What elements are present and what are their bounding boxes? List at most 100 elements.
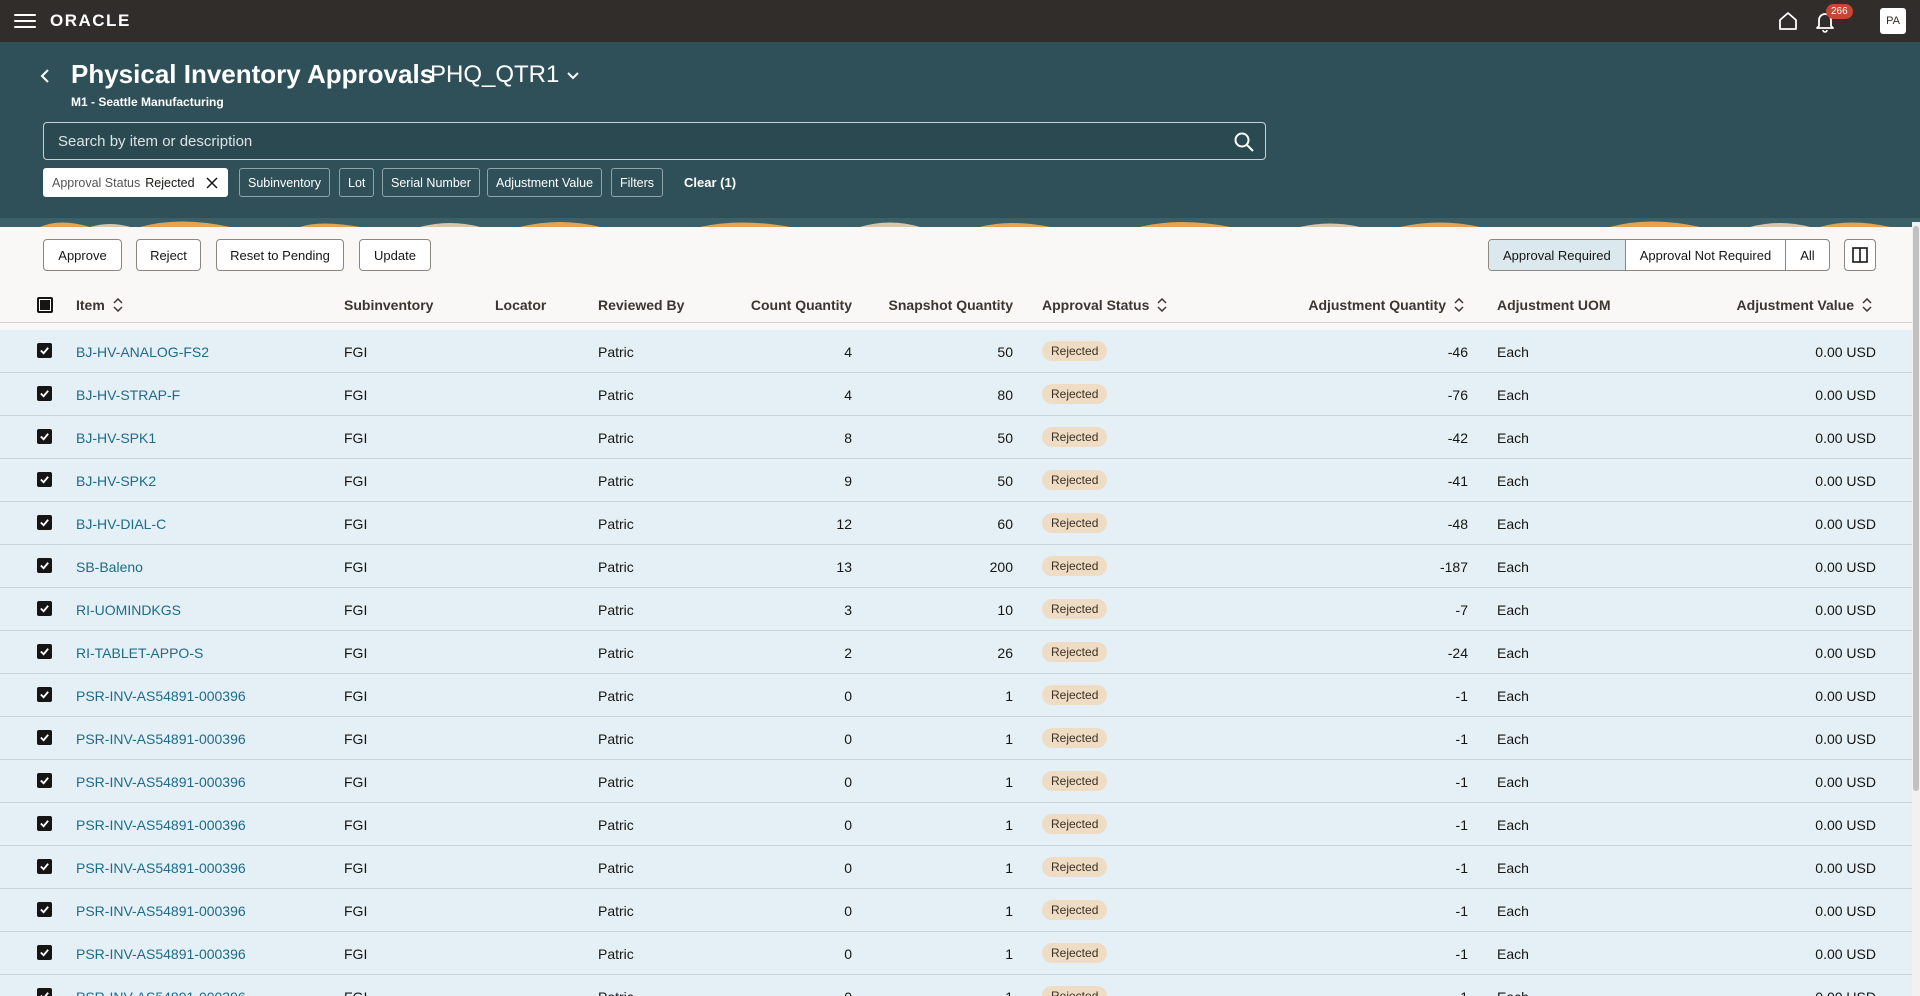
checkbox-checked-icon: [39, 904, 50, 915]
select-all-checkbox[interactable]: [37, 297, 53, 313]
column-layout-button[interactable]: [1844, 239, 1876, 271]
table-row[interactable]: RI-UOMINDKGS FGI Patric 3 10 Rejected -7 Each 0.…: [0, 588, 1912, 631]
column-header-adjustment-value[interactable]: Adjustment Value: [1660, 297, 1872, 313]
row-checkbox[interactable]: [37, 558, 52, 573]
row-checkbox[interactable]: [37, 859, 52, 874]
item-link[interactable]: RI-TABLET-APPO-S: [76, 645, 203, 661]
row-checkbox[interactable]: [37, 730, 52, 745]
item-link[interactable]: BJ-HV-SPK2: [76, 473, 156, 489]
table-row[interactable]: PSR-INV-AS54891-000396 FGI Patric 0 1 Rejecte…: [0, 975, 1912, 996]
chip-value: Rejected: [145, 175, 195, 190]
item-link[interactable]: PSR-INV-AS54891-000396: [76, 731, 246, 747]
subinventory-cell: FGI: [344, 473, 368, 489]
item-link[interactable]: PSR-INV-AS54891-000396: [76, 946, 246, 962]
row-checkbox[interactable]: [37, 472, 52, 487]
table-row[interactable]: PSR-INV-AS54891-000396 FGI Patric 0 1 Rejecte…: [0, 932, 1912, 975]
clear-filters-link[interactable]: Clear (1): [684, 175, 736, 190]
row-checkbox[interactable]: [37, 773, 52, 788]
row-checkbox[interactable]: [37, 687, 52, 702]
scrollbar-thumb[interactable]: [1913, 226, 1919, 791]
item-link[interactable]: PSR-INV-AS54891-000396: [76, 989, 246, 996]
table-row[interactable]: SB-Baleno FGI Patric 13 200 Rejected -187 Each 0…: [0, 545, 1912, 588]
item-link[interactable]: BJ-HV-STRAP-F: [76, 387, 180, 403]
row-checkbox[interactable]: [37, 644, 52, 659]
table-row[interactable]: PSR-INV-AS54891-000396 FGI Patric 0 1 Rejecte…: [0, 674, 1912, 717]
reject-button[interactable]: Reject: [136, 239, 201, 271]
home-icon[interactable]: [1776, 9, 1800, 33]
filter-chip-filters[interactable]: Filters: [611, 168, 664, 197]
row-checkbox[interactable]: [37, 515, 52, 530]
close-icon[interactable]: [205, 176, 219, 190]
row-checkbox[interactable]: [37, 343, 52, 358]
table-row[interactable]: BJ-HV-SPK1 FGI Patric 8 50 Rejected -42 Each 0.0…: [0, 416, 1912, 459]
item-link[interactable]: PSR-INV-AS54891-000396: [76, 688, 246, 704]
adjustment-value-cell: 0.00 USD: [1815, 473, 1876, 489]
item-link[interactable]: PSR-INV-AS54891-000396: [76, 903, 246, 919]
row-checkbox[interactable]: [37, 386, 52, 401]
table-row[interactable]: PSR-INV-AS54891-000396 FGI Patric 0 1 Rejecte…: [0, 803, 1912, 846]
sort-icon[interactable]: [1454, 298, 1464, 312]
column-header-label: Approval Status: [1042, 297, 1150, 313]
filter-chip-adjustment-value[interactable]: Adjustment Value: [487, 168, 603, 197]
subinventory-cell: FGI: [344, 946, 368, 962]
sort-icon[interactable]: [113, 298, 123, 312]
reset-to-pending-button[interactable]: Reset to Pending: [216, 239, 344, 271]
row-checkbox[interactable]: [37, 601, 52, 616]
sort-icon[interactable]: [1157, 298, 1167, 312]
table-row[interactable]: BJ-HV-DIAL-C FGI Patric 12 60 Rejected -48 Each…: [0, 502, 1912, 545]
search-icon[interactable]: [1233, 131, 1255, 153]
status-badge: Rejected: [1042, 513, 1108, 533]
filter-chip-approval-status[interactable]: Approval Status Rejected: [43, 168, 228, 197]
table-row[interactable]: RI-TABLET-APPO-S FGI Patric 2 26 Rejected -24 E…: [0, 631, 1912, 674]
hamburger-icon[interactable]: [14, 11, 36, 31]
table-row[interactable]: BJ-HV-SPK2 FGI Patric 9 50 Rejected -41 Each 0.0…: [0, 459, 1912, 502]
sort-icon[interactable]: [1862, 298, 1872, 312]
update-button[interactable]: Update: [359, 239, 431, 271]
adjustment-quantity-cell: -187: [1439, 559, 1468, 575]
item-link[interactable]: PSR-INV-AS54891-000396: [76, 860, 246, 876]
search-input[interactable]: [44, 123, 1265, 159]
item-link[interactable]: BJ-HV-SPK1: [76, 430, 156, 446]
segment-all[interactable]: All: [1785, 240, 1828, 270]
filter-chip-lot[interactable]: Lot: [339, 168, 375, 197]
item-link[interactable]: BJ-HV-DIAL-C: [76, 516, 166, 532]
user-avatar[interactable]: PA: [1880, 8, 1906, 34]
row-checkbox[interactable]: [37, 945, 52, 960]
row-checkbox[interactable]: [37, 988, 52, 996]
snapshot-quantity-cell: 1: [1005, 817, 1013, 833]
decorative-banner: [0, 218, 1920, 227]
column-layout-icon: [1852, 247, 1868, 263]
row-checkbox[interactable]: [37, 902, 52, 917]
adjustment-uom-cell: Each: [1497, 473, 1529, 489]
table-row[interactable]: PSR-INV-AS54891-000396 FGI Patric 0 1 Rejecte…: [0, 846, 1912, 889]
reviewed-by-cell: Patric: [598, 989, 634, 996]
chevron-left-icon[interactable]: [38, 66, 52, 86]
checkbox-checked-icon: [39, 775, 50, 786]
item-link[interactable]: PSR-INV-AS54891-000396: [76, 817, 246, 833]
row-checkbox[interactable]: [37, 429, 52, 444]
filter-chip-serial-number[interactable]: Serial Number: [382, 168, 480, 197]
item-link[interactable]: PSR-INV-AS54891-000396: [76, 774, 246, 790]
adjustment-value-cell: 0.00 USD: [1815, 602, 1876, 618]
row-checkbox[interactable]: [37, 816, 52, 831]
item-link[interactable]: SB-Baleno: [76, 559, 143, 575]
segment-approval-required[interactable]: Approval Required: [1489, 240, 1625, 270]
table-row[interactable]: BJ-HV-STRAP-F FGI Patric 4 80 Rejected -76 Each…: [0, 373, 1912, 416]
filter-chip-subinventory[interactable]: Subinventory: [239, 168, 330, 197]
table-row[interactable]: BJ-HV-ANALOG-FS2 FGI Patric 4 50 Rejected -46 E…: [0, 330, 1912, 373]
checkbox-checked-icon: [39, 732, 50, 743]
adjustment-uom-cell: Each: [1497, 387, 1529, 403]
column-header-adjustment-quantity[interactable]: Adjustment Quantity: [1260, 297, 1464, 313]
item-link[interactable]: BJ-HV-ANALOG-FS2: [76, 344, 209, 360]
item-link[interactable]: RI-UOMINDKGS: [76, 602, 181, 618]
table-row[interactable]: PSR-INV-AS54891-000396 FGI Patric 0 1 Rejecte…: [0, 760, 1912, 803]
context-selector[interactable]: PHQ_QTR1: [430, 61, 581, 89]
table-row[interactable]: PSR-INV-AS54891-000396 FGI Patric 0 1 Rejecte…: [0, 717, 1912, 760]
subinventory-cell: FGI: [344, 817, 368, 833]
oracle-logo[interactable]: ORACLE: [50, 11, 131, 31]
segment-approval-not-required[interactable]: Approval Not Required: [1624, 240, 1786, 270]
column-header-approval-status[interactable]: Approval Status: [1042, 297, 1167, 313]
approve-button[interactable]: Approve: [43, 239, 122, 271]
column-header-item[interactable]: Item: [76, 297, 123, 313]
table-row[interactable]: PSR-INV-AS54891-000396 FGI Patric 0 1 Rejecte…: [0, 889, 1912, 932]
